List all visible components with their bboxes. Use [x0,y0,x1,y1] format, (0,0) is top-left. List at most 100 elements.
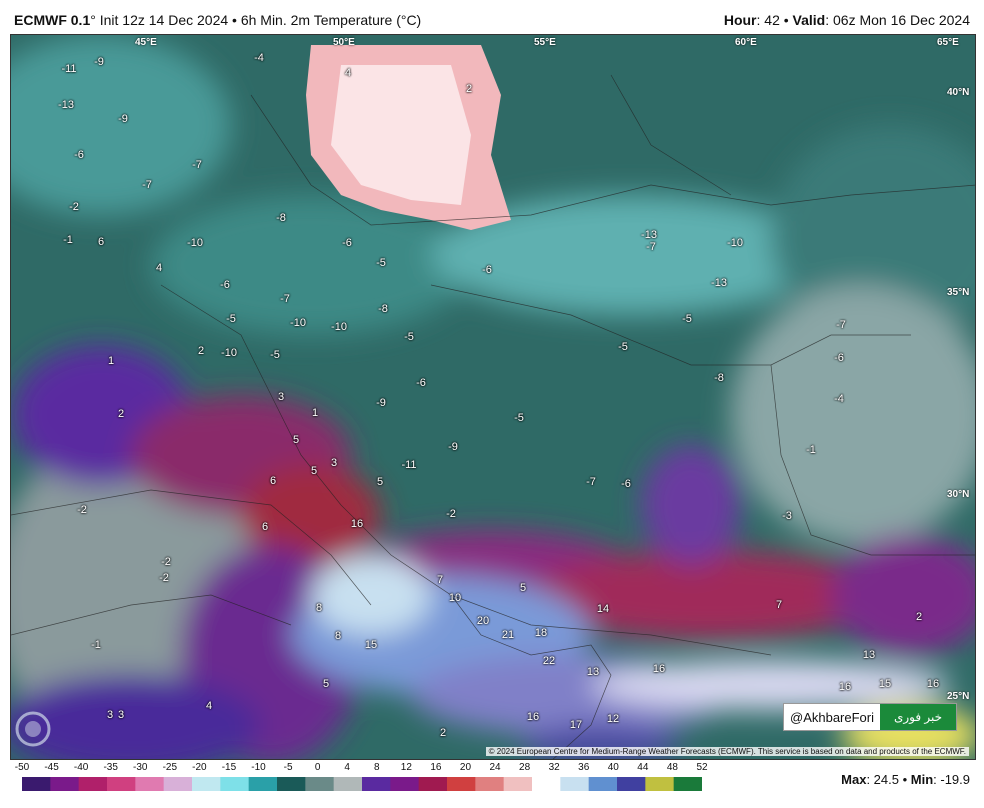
colorbar-segment [390,777,420,791]
temperature-value-label: 1 [311,407,319,419]
temperature-value-label: 3 [330,457,338,469]
temperature-value-label: -6 [482,264,492,276]
temperature-value-label: -5 [226,313,236,325]
handle-text: @AkhbareFori [790,709,875,725]
colorbar-tick-label: 24 [489,762,501,773]
min-value: : -19.9 [933,772,970,787]
temperature-value-label: -2 [446,508,456,520]
temperature-value-label: -5 [514,412,524,424]
temperature-value-label: -2 [77,504,87,516]
latitude-label: 40°N [947,87,970,98]
temperature-value-label: 5 [310,465,318,477]
temperature-value-label: 6 [97,236,105,248]
temperature-value-label: -13 [711,277,727,289]
colorbar-tick-label: 36 [578,762,590,773]
colorbar-tick-label: 44 [637,762,649,773]
colorbar-tick-label: 0 [314,762,321,773]
temperature-value-label: -6 [834,352,844,364]
colorbar-tick-label: 16 [430,762,442,773]
colorbar-segment [447,777,476,791]
temperature-value-label: -13 [58,99,74,111]
latitude-label: 35°N [947,287,970,298]
temperature-value-label: 16 [350,518,364,530]
temperature-value-label: -7 [836,319,846,331]
temperature-value-label: 10 [448,592,462,604]
temperature-value-label: 6 [269,475,277,487]
longitude-label: 50°E [333,37,355,48]
colorbar-segment [135,777,165,791]
temperature-value-label: -13 [641,229,657,241]
temperature-value-label: -7 [280,293,290,305]
temperature-value-label: 16 [926,678,940,690]
longitude-label: 55°E [534,37,556,48]
temperature-value-label: -5 [404,331,414,343]
temperature-value-label: -5 [618,341,628,353]
colorbar-segment [617,777,646,791]
valid-label: Valid [792,12,826,28]
news-logo: خبر فوری [880,704,957,730]
colorbar-tick-label: -40 [73,762,89,773]
header: ECMWF 0.1° Init 12z 14 Dec 2024 • 6h Min… [0,0,984,34]
hour-value: : 42 • [756,12,793,28]
temperature-value-label: 4 [205,700,213,712]
temperature-value-label: 16 [652,663,666,675]
temperature-value-label: -9 [448,441,458,453]
temperature-value-label: 18 [534,627,548,639]
colorbar-tick-label: 52 [696,762,708,773]
temperature-value-label: -5 [270,349,280,361]
temperature-value-label: 16 [838,681,852,693]
temperature-value-label: -1 [806,444,816,456]
colorbar-segment [192,777,221,791]
temperature-value-label: 8 [334,630,342,642]
temperature-value-label: -7 [192,159,202,171]
temperature-value-label: 2 [197,345,205,357]
temperature-value-label: -9 [376,397,386,409]
max-min-stats: Max: 24.5 • Min: -19.9 [841,772,970,787]
temperature-value-label: -8 [276,212,286,224]
temperature-value-label: 3 [117,709,125,721]
temperature-value-label: -10 [290,317,306,329]
temperature-value-label: -6 [220,279,230,291]
colorbar-tick-label: 20 [459,762,472,773]
temperature-value-label: 2 [117,408,125,420]
temperature-value-label: 6 [261,521,269,533]
colorbar-tick-label: -45 [44,762,59,773]
colorbar-segment [305,777,335,791]
temperature-value-label: 5 [519,582,527,594]
colorbar-segment [418,777,448,791]
temperature-value-label: -6 [342,237,352,249]
latitude-label: 25°N [947,691,970,702]
valid-time: Hour: 42 • Valid: 06z Mon 16 Dec 2024 [724,12,970,28]
temperature-value-label: 5 [292,434,300,446]
temperature-value-label: -4 [254,52,264,64]
longitude-label: 60°E [735,37,757,48]
temperature-map[interactable]: -11 -9 -4 -13 -9 4 2 -6 -7 -8 -7 -10 -13 -10 -6 -5 -6 -7-… [10,34,976,760]
temperature-value-label: -9 [94,56,104,68]
colorbar-segment [277,777,306,791]
temperature-value-label: -3 [782,510,792,522]
colorbar-segment [673,777,702,791]
temperature-value-label: -1 [63,234,73,246]
temperature-value-label: -5 [682,313,692,325]
temperature-value-label: 8 [315,602,323,614]
max-label: Max [841,772,867,787]
colorbar-segment [532,777,561,791]
temperature-value-label: -7 [646,241,656,253]
colorbar-segment [588,777,618,791]
temperature-value-label: 16 [526,711,540,723]
colorbar [22,777,702,791]
latitude-label: 30°N [947,489,970,500]
colorbar-tick-label: 40 [607,762,619,773]
temperature-value-label: -2 [161,556,171,568]
colorbar-tick-label: -35 [103,762,118,773]
colorbar-tick-label: 32 [548,762,560,773]
temperature-value-label: 4 [155,262,163,274]
longitude-label: 65°E [937,37,959,48]
temperature-value-label: -10 [727,237,743,249]
longitude-label: 45°E [135,37,157,48]
temperature-value-label: -6 [416,377,426,389]
temperature-value-label: 2 [439,727,447,739]
colorbar-tick-label: -30 [133,762,148,773]
temperature-value-label: 22 [542,655,556,667]
temperature-value-label: 3 [277,391,285,403]
